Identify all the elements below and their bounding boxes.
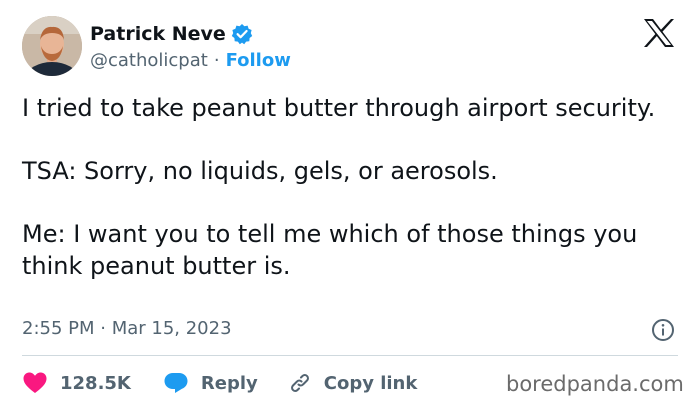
info-icon[interactable]	[651, 318, 675, 342]
tweet-line: Me: I want you to tell me which of those…	[22, 220, 638, 280]
copy-link-button[interactable]: Copy link	[288, 371, 418, 395]
handle-separator: ·	[213, 49, 220, 71]
like-count: 128.5K	[60, 372, 131, 394]
link-icon	[290, 374, 309, 392]
tweet-card: Patrick Neve @catholicpat · Follow I tri…	[0, 0, 700, 410]
divider	[22, 355, 678, 356]
reply-bubble-icon	[164, 373, 188, 393]
reply-label: Reply	[200, 372, 258, 394]
like-button[interactable]: 128.5K	[22, 371, 131, 395]
action-bar: 128.5K Reply Copy link	[22, 368, 417, 398]
tweet-line: I tried to take peanut butter through ai…	[22, 94, 656, 122]
verified-badge-icon	[231, 23, 253, 45]
tweet-line: TSA: Sorry, no liquids, gels, or aerosol…	[22, 157, 498, 185]
author-name-row: Patrick Neve	[90, 21, 253, 47]
author-handle-row: @catholicpat · Follow	[90, 48, 291, 72]
heart-icon	[23, 372, 47, 393]
author-handle[interactable]: @catholicpat	[90, 50, 208, 71]
follow-button[interactable]: Follow	[226, 50, 291, 71]
tweet-timestamp[interactable]: 2:55 PM · Mar 15, 2023	[22, 318, 232, 339]
x-logo-icon[interactable]	[642, 18, 676, 48]
copy-link-label: Copy link	[323, 372, 418, 394]
reply-button[interactable]: Reply	[163, 371, 258, 395]
avatar-photo	[22, 16, 82, 76]
tweet-text: I tried to take peanut butter through ai…	[22, 92, 682, 282]
avatar[interactable]	[22, 16, 82, 76]
watermark: boredpanda.com	[506, 372, 684, 396]
author-name[interactable]: Patrick Neve	[90, 23, 226, 45]
